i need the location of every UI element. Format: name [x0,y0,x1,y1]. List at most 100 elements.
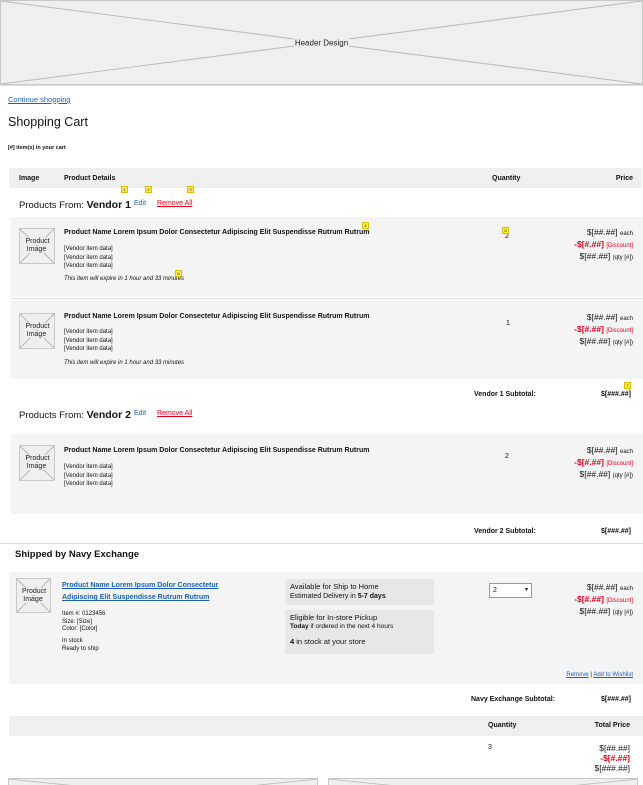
product-image-label: Product Image [20,587,47,603]
item-price-block: $[##.##] each -$[#.##] [Discount] $[##.#… [574,582,633,618]
product-name-link[interactable]: Product Name Lorem Ipsum Dolor Consectet… [62,580,218,604]
product-name: Product Name Lorem Ipsum Dolor Consectet… [64,229,370,236]
price-total: $[##.##] [579,336,611,346]
price-total: $[##.##] [579,606,611,616]
product-image: Product Image [19,228,55,264]
vendor1-name: Vendor 1 [86,199,131,211]
remove-link[interactable]: Remove [566,672,588,678]
quantity-select[interactable]: 2 ▾ [489,583,532,598]
price-total: $[##.##] [579,251,611,261]
discount-amount: -$[#.##] [574,594,604,604]
discount-amount: -$[#.##] [574,324,604,334]
product-name-line-1[interactable]: Product Name Lorem Ipsum Dolor Consectet… [62,580,218,592]
product-image: Product Image [19,445,55,481]
in-stock-label: In stock [62,638,83,644]
price-each: $[##.##] [586,582,618,592]
item-price-block: $[##.##] each -$[#.##] [Discount] $[##.#… [574,227,633,263]
navy-exchange-subtotal-value: $[###.##] [601,696,631,703]
vendor-item-data: [Vendor item data] [64,346,113,352]
continue-shopping-link[interactable]: Continue shopping [8,95,71,104]
discount-label: [Discount] [606,243,633,249]
vendor1-subtotal-label: Vendor 1 Subtotal: [474,391,536,398]
item-divider [11,298,643,299]
product-image-label: Product Image [24,322,50,338]
summary-price-block: $[##.##] -$[#.##] $[###.##] [595,743,630,773]
item-size: Size: [Size] [62,618,93,625]
add-to-wishlist-link[interactable]: Add to Wishlist [593,672,633,678]
vendor2-heading: Products From: Vendor 2 [19,409,131,421]
actions-separator: | [590,672,592,678]
item-color: Color: [Color] [62,626,98,632]
discount-label: [Discount] [606,461,633,467]
in-store-pickup-option[interactable]: Eligible for In-store Pickup Today if or… [285,610,434,654]
vendor2-edit-link[interactable]: Edit [134,410,146,417]
summary-total-header: Total Price [594,722,630,729]
each-label: each [619,449,633,455]
navy-exchange-heading: Shipped by Navy Exchange [15,549,140,560]
summary-discount: -$[#.##] [600,753,630,763]
product-image: Product Image [16,578,51,613]
col-quantity-header: Quantity [492,175,521,182]
in-store-pickup-title: Eligible for In-store Pickup [290,613,378,622]
estimated-delivery-label: Estimated Delivery in [290,593,356,600]
col-price-header: Price [615,175,633,182]
vendor2-remove-all-link[interactable]: Remove All [157,410,192,417]
header-placeholder: Header Design [0,0,643,85]
product-name: Product Name Lorem Ipsum Dolor Consectet… [64,447,370,454]
summary-quantity: 3 [488,744,492,751]
vendor-item-data: [Vendor item data] [64,263,113,269]
discount-amount: -$[#.##] [574,239,604,249]
ship-to-home-title: Available for Ship to Home [290,582,379,591]
header-placeholder-label: Header Design [293,37,350,47]
expiration-notice: This item will expire in 1 hour and 33 m… [64,276,185,282]
each-label: each [619,586,633,592]
delivery-days: 5-7 days [357,593,386,600]
section-divider [0,543,643,544]
col-image-header: Image [19,175,40,182]
vendor2-item-1: Product Image Product Name Lorem Ipsum D… [11,434,643,514]
stock-status: In stock Ready to ship [62,638,99,653]
vendor-item-data: [Vendor item data] [64,337,113,344]
item-quantity: 1 [506,320,510,327]
vendor-item-data-list: [Vendor item data] [Vendor item data] [V… [64,328,113,354]
col-details-header: Product Details [64,175,116,182]
vendor-item-data: [Vendor item data] [64,464,113,470]
annotation-marker-1: 1 [121,186,128,193]
ship-to-home-option[interactable]: Available for Ship to Home Estimated Del… [285,579,434,605]
vendor2-subtotal-label: Vendor 2 Subtotal: [474,528,536,535]
vendor1-edit-link[interactable]: Edit [134,200,146,207]
cart-item-count: [#] item(s) in your cart [8,145,66,151]
qty-label: (qty [#]) [612,255,633,261]
summary-quantity-header: Quantity [488,722,517,729]
chevron-down-icon: ▾ [524,587,528,593]
navy-exchange-item: Product Image Product Name Lorem Ipsum D… [9,572,643,684]
qty-label: (qty [#]) [612,473,633,479]
vendor-item-data: [Vendor item data] [64,254,113,261]
summary-subtotal: $[##.##] [599,743,630,753]
vendor2-name: Vendor 2 [86,409,131,421]
qty-label: (qty [#]) [612,610,633,616]
price-each: $[##.##] [586,312,618,322]
summary-total: $[###.##] [594,763,630,773]
annotation-marker-4: 4 [362,222,369,229]
qty-label: (qty [#]) [612,340,633,346]
vendor1-remove-all-link[interactable]: Remove All [157,200,192,207]
vendor-item-data: [Vendor item data] [64,329,113,335]
vendor2-subtotal-value: $[###.##] [601,528,631,535]
navy-exchange-subtotal-label: Navy Exchange Subtotal: [471,696,556,703]
item-price-block: $[##.##] each -$[#.##] [Discount] $[##.#… [574,312,633,348]
quantity-select-value: 2 [493,587,497,594]
vendor1-from-label: Products From: [19,200,84,211]
table-header: Image Product Details Quantity Price [9,168,642,188]
item-number: Item #: 0123456 [62,611,106,617]
product-attributes: Item #: 0123456 Size: [Size] Color: [Col… [62,611,105,634]
store-stock-label: in stock at your store [296,637,366,646]
ready-to-ship-label: Ready to ship [62,645,99,652]
item-price-block: $[##.##] each -$[#.##] [Discount] $[##.#… [574,445,633,481]
product-image-label: Product Image [24,454,50,470]
product-name-line-2[interactable]: Adipiscing Elit Suspendisse Rutrum Rutru… [62,592,218,604]
price-each: $[##.##] [586,445,618,455]
annotation-marker-6: 6 [175,270,182,277]
vendor1-item-2: Product Image Product Name Lorem Ipsum D… [11,301,643,379]
footer-placeholder-right [328,778,638,785]
